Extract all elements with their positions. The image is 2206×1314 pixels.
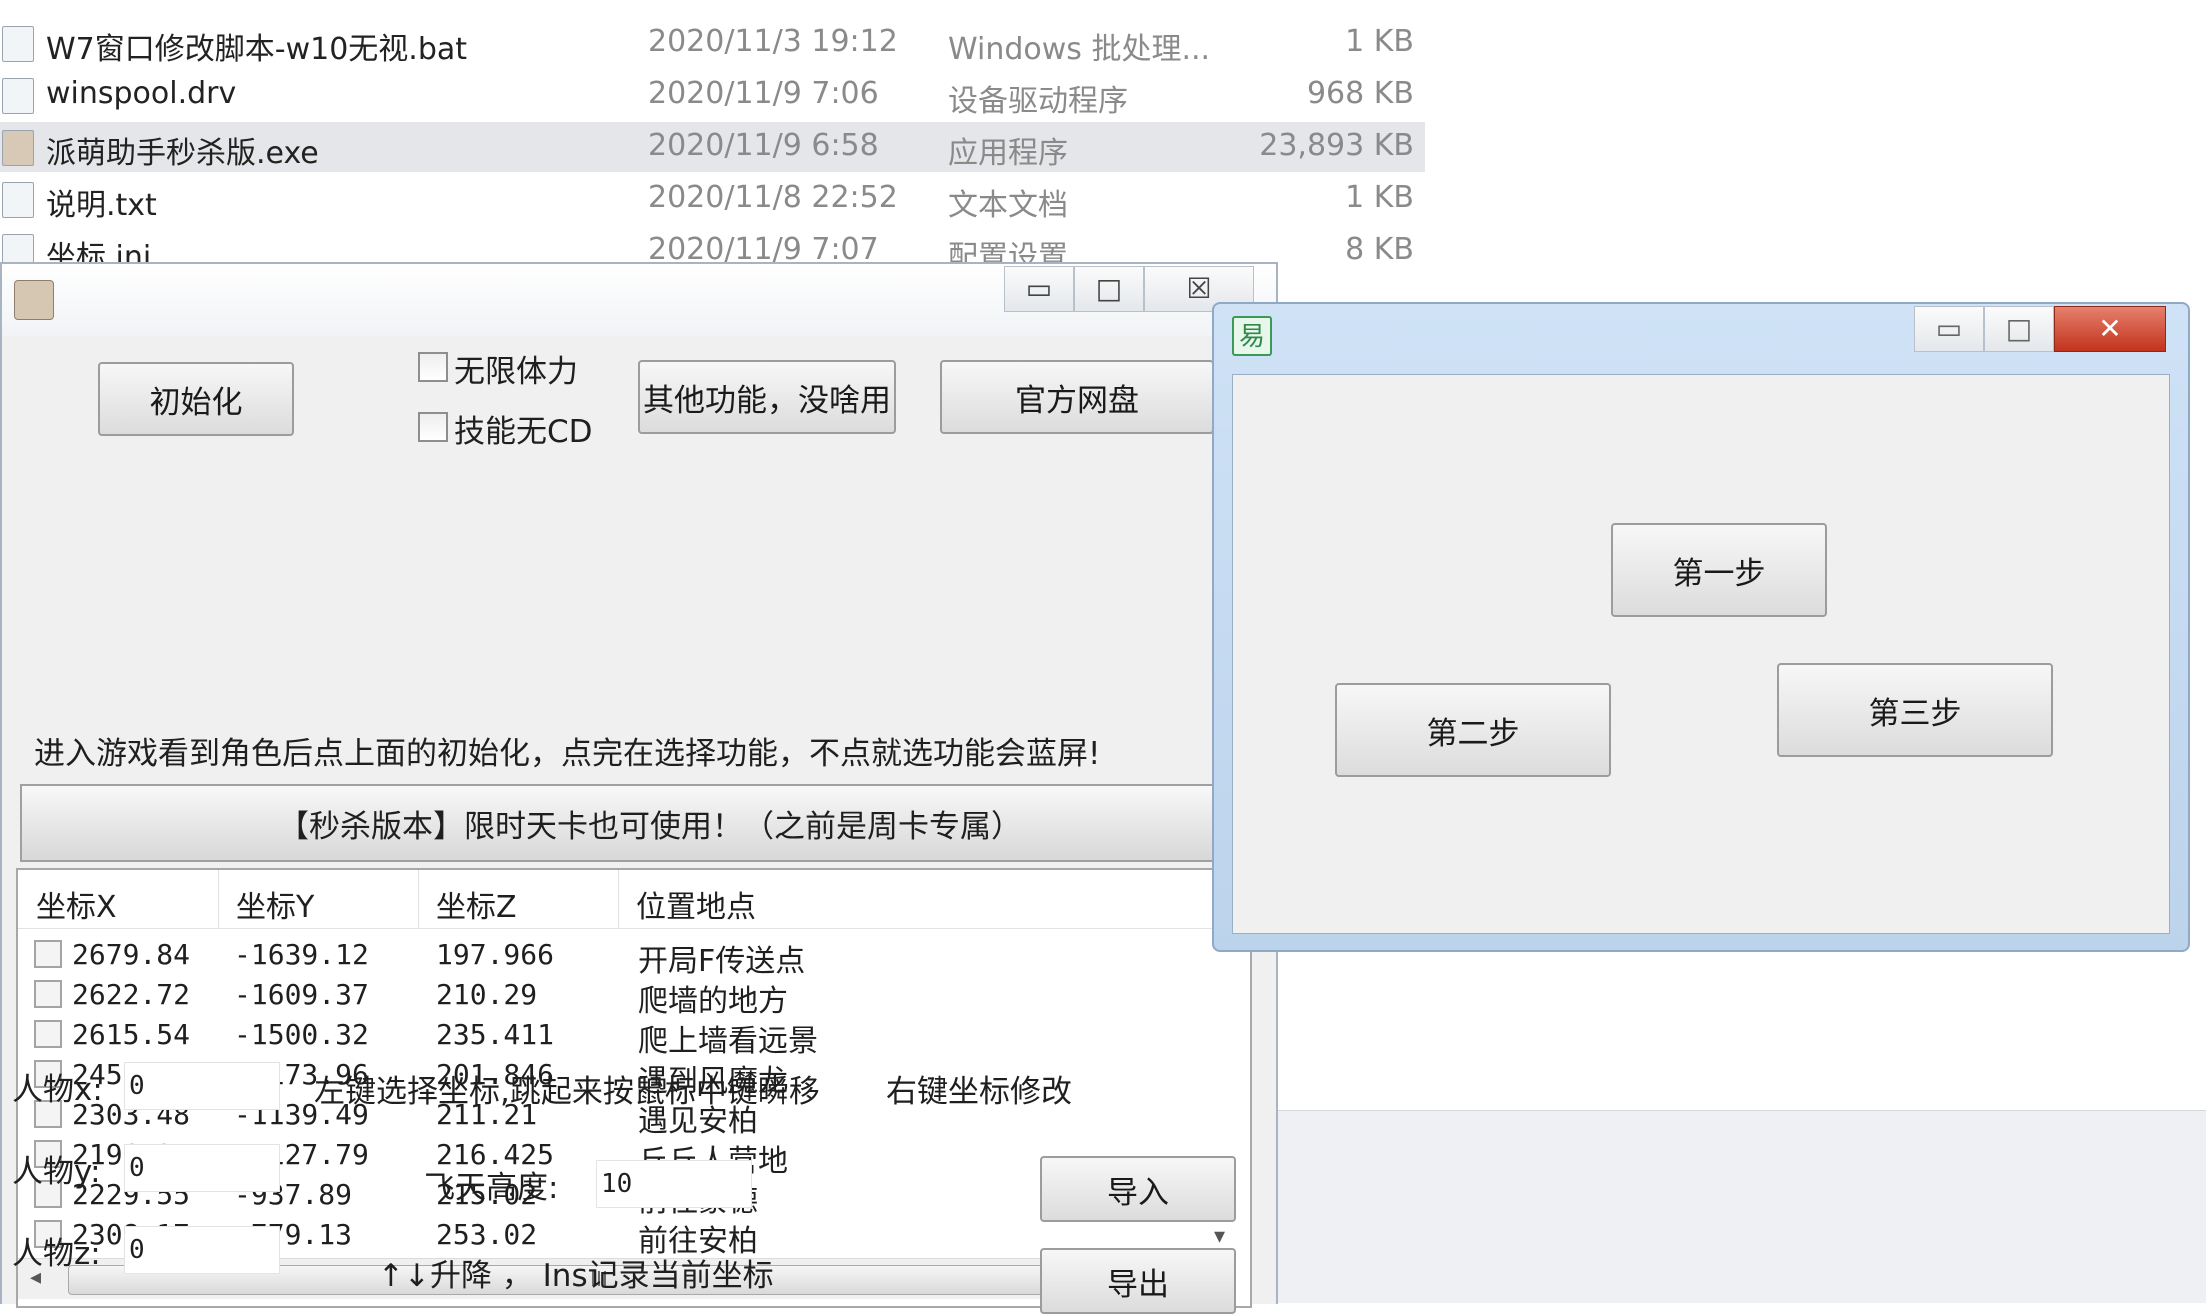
char-z-input[interactable]: 0	[124, 1226, 280, 1274]
column-separator	[418, 870, 419, 928]
file-size: 968 KB	[1306, 76, 1414, 111]
unlimited-stamina-checkbox[interactable]	[418, 352, 448, 382]
file-size: 23,893 KB	[1259, 128, 1414, 163]
file-date: 2020/11/3 19:12	[648, 24, 898, 59]
main-tool-window: ▭ □ ☒ 初始化 无限体力 技能无CD 其他功能，没啥用 官方网盘 进入游戏看…	[0, 262, 1280, 1314]
cell-y: -1500.32	[234, 1018, 369, 1051]
column-header-location[interactable]: 位置地点	[636, 882, 756, 926]
other-functions-button[interactable]: 其他功能，没啥用	[638, 360, 896, 434]
file-date: 2020/11/9 6:58	[648, 128, 879, 163]
file-name: 派萌助手秒杀版.exe	[46, 136, 319, 171]
cell-y: -1609.37	[234, 978, 369, 1011]
official-netdisk-button[interactable]: 官方网盘	[940, 360, 1214, 434]
char-y-label: 人物y:	[12, 1154, 101, 1190]
file-row[interactable]: 说明.txt 2020/11/8 22:52 文本文档 1 KB	[0, 174, 1425, 224]
table-row[interactable]: 2622.72 -1609.37 210.29 爬墙的地方	[18, 974, 1218, 1019]
teleport-hint: 左键选择坐标,跳起来按鼠标中键瞬移	[314, 1074, 820, 1110]
cell-z: 197.966	[436, 938, 555, 971]
file-size: 1 KB	[1345, 24, 1414, 59]
exe-file-icon	[2, 130, 34, 166]
row-checkbox[interactable]	[34, 940, 62, 968]
fly-height-input[interactable]: 10	[596, 1160, 752, 1208]
column-header-z[interactable]: 坐标Z	[436, 882, 517, 926]
step-three-button[interactable]: 第三步	[1777, 663, 2053, 757]
file-type: 文本文档	[948, 188, 1068, 223]
version-banner-button[interactable]: 【秒杀版本】限时天卡也可使用！（之前是周卡专属）	[20, 784, 1280, 862]
char-x-input[interactable]: 0	[124, 1062, 280, 1110]
column-separator	[618, 870, 619, 928]
bat-file-icon	[2, 26, 34, 62]
file-row-selected[interactable]: 派萌助手秒杀版.exe 2020/11/9 6:58 应用程序 23,893 K…	[0, 122, 1425, 172]
driver-file-icon	[2, 78, 34, 114]
cell-x: 2615.54	[72, 1018, 191, 1051]
dialog-close-button[interactable]: ✕	[2054, 306, 2166, 352]
char-z-label: 人物z:	[12, 1236, 101, 1272]
file-date: 2020/11/8 22:52	[648, 180, 898, 215]
cell-x: 2622.72	[72, 978, 191, 1011]
step-two-button[interactable]: 第二步	[1335, 683, 1611, 777]
export-button[interactable]: 导出	[1040, 1248, 1236, 1314]
row-checkbox[interactable]	[34, 980, 62, 1008]
minimize-button[interactable]: ▭	[1004, 266, 1074, 312]
cell-x: 2679.84	[72, 938, 191, 971]
hotkeys-hint: ↑↓升降 ， Ins记录当前坐标	[378, 1258, 774, 1294]
char-x-label: 人物x:	[12, 1072, 103, 1108]
file-type: Windows 批处理...	[948, 32, 1211, 67]
no-skill-cd-checkbox[interactable]	[418, 412, 448, 442]
dialog-client-area: 第一步 第二步 第三步	[1232, 374, 2170, 934]
row-checkbox[interactable]	[34, 1020, 62, 1048]
step-one-button[interactable]: 第一步	[1611, 523, 1827, 617]
dialog-minimize-button[interactable]: ▭	[1914, 306, 1984, 352]
app-icon	[14, 280, 54, 320]
column-separator	[218, 870, 219, 928]
file-size: 1 KB	[1345, 180, 1414, 215]
file-type: 应用程序	[948, 136, 1068, 171]
step-dialog-window: 易 ▭ □ ✕ 第一步 第二步 第三步	[1212, 302, 2190, 952]
no-skill-cd-label: 技能无CD	[454, 414, 593, 450]
file-name: winspool.drv	[46, 76, 237, 111]
txt-file-icon	[2, 182, 34, 218]
file-type: 设备驱动程序	[948, 84, 1128, 119]
init-notice-text: 进入游戏看到角色后点上面的初始化，点完在选择功能，不点就选功能会蓝屏!	[34, 736, 1101, 772]
dialog-caption-buttons: ▭ □ ✕	[1914, 306, 2166, 352]
e-language-app-icon: 易	[1232, 316, 1272, 356]
file-name: 说明.txt	[46, 188, 157, 223]
dialog-maximize-button[interactable]: □	[1984, 306, 2054, 352]
edit-coordinate-hint: 右键坐标修改	[886, 1074, 1072, 1110]
list-header: 坐标X 坐标Y 坐标Z 位置地点	[18, 870, 1218, 929]
cell-z: 253.02	[436, 1218, 538, 1251]
column-header-y[interactable]: 坐标Y	[236, 882, 314, 926]
main-title-bar[interactable]: ▭ □ ☒	[2, 264, 1276, 336]
file-name: W7窗口修改脚本-w10无视.bat	[46, 32, 468, 67]
file-row[interactable]: winspool.drv 2020/11/9 7:06 设备驱动程序 968 K…	[0, 70, 1425, 120]
table-row[interactable]: 2679.84 -1639.12 197.966 开局F传送点	[18, 934, 1218, 979]
init-button[interactable]: 初始化	[98, 362, 294, 436]
fly-height-label: 飞天高度:	[424, 1170, 559, 1206]
table-row[interactable]: 2615.54 -1500.32 235.411 爬上墙看远景	[18, 1014, 1218, 1059]
maximize-button[interactable]: □	[1074, 266, 1144, 312]
char-y-input[interactable]: 0	[124, 1144, 280, 1192]
unlimited-stamina-label: 无限体力	[454, 354, 578, 390]
cell-z: 210.29	[436, 978, 538, 1011]
background-window-strip	[1275, 1110, 2206, 1303]
scroll-down-arrow-icon[interactable]: ▾	[1214, 1224, 1225, 1249]
column-header-x[interactable]: 坐标X	[36, 882, 117, 926]
file-row[interactable]: W7窗口修改脚本-w10无视.bat 2020/11/3 19:12 Windo…	[0, 18, 1425, 68]
file-date: 2020/11/9 7:06	[648, 76, 879, 111]
cell-z: 235.411	[436, 1018, 555, 1051]
import-button[interactable]: 导入	[1040, 1156, 1236, 1222]
cell-y: -1639.12	[234, 938, 369, 971]
